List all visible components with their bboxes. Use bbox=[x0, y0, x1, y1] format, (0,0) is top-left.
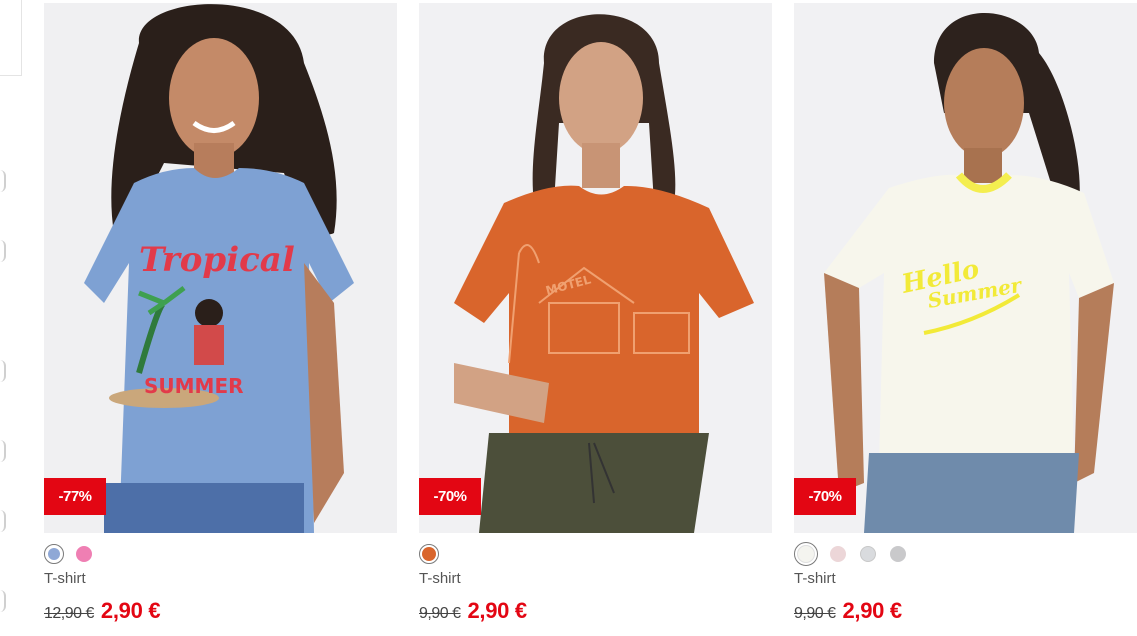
left-edge-decoration bbox=[0, 150, 6, 620]
product-image[interactable]: Hello Summer -70% bbox=[794, 3, 1137, 533]
color-swatches bbox=[419, 542, 772, 566]
sale-price: 2,90 € bbox=[467, 598, 527, 623]
svg-text:SUMMER: SUMMER bbox=[144, 374, 244, 398]
color-swatches bbox=[794, 542, 1137, 566]
product-name[interactable]: T-shirt bbox=[44, 570, 397, 590]
model-photo-icon: Hello Summer bbox=[794, 3, 1137, 533]
product-grid: Tropical SUMMER -77% T-shirt 12,90 € 2,9… bbox=[44, 3, 1137, 624]
product-card[interactable]: Hello Summer -70% T-shirt 9,90 € 2,90 € bbox=[794, 3, 1137, 624]
product-card[interactable]: Tropical SUMMER -77% T-shirt 12,90 € 2,9… bbox=[44, 3, 397, 624]
model-photo-icon: MOTEL bbox=[419, 3, 772, 533]
discount-badge: -70% bbox=[794, 478, 856, 515]
color-swatch-light-pink[interactable] bbox=[828, 544, 848, 564]
color-swatches bbox=[44, 542, 397, 566]
color-swatch-orange[interactable] bbox=[419, 544, 439, 564]
discount-badge: -77% bbox=[44, 478, 106, 515]
svg-text:Tropical: Tropical bbox=[139, 240, 295, 280]
product-card[interactable]: MOTEL -70% T-shirt 9,90 € 2,90 € bbox=[419, 3, 772, 624]
discount-badge: -70% bbox=[419, 478, 481, 515]
color-swatch-white[interactable] bbox=[794, 542, 818, 566]
price-row: 9,90 € 2,90 € bbox=[794, 598, 1137, 624]
price-row: 12,90 € 2,90 € bbox=[44, 598, 397, 624]
product-name[interactable]: T-shirt bbox=[794, 570, 1137, 590]
old-price: 12,90 € bbox=[44, 605, 94, 622]
sale-price: 2,90 € bbox=[100, 598, 161, 623]
color-swatch-light-grey[interactable] bbox=[858, 544, 878, 564]
color-swatch-blue[interactable] bbox=[44, 544, 64, 564]
old-price: 9,90 € bbox=[794, 605, 836, 622]
product-name[interactable]: T-shirt bbox=[419, 570, 772, 590]
color-swatch-grey[interactable] bbox=[888, 544, 908, 564]
color-swatch-pink[interactable] bbox=[74, 544, 94, 564]
price-row: 9,90 € 2,90 € bbox=[419, 598, 772, 624]
sale-price: 2,90 € bbox=[842, 598, 902, 623]
old-price: 9,90 € bbox=[419, 605, 461, 622]
model-photo-icon: Tropical SUMMER bbox=[44, 3, 397, 533]
product-image[interactable]: MOTEL -70% bbox=[419, 3, 772, 533]
product-image[interactable]: Tropical SUMMER -77% bbox=[44, 3, 397, 533]
filter-panel-edge bbox=[0, 0, 22, 76]
